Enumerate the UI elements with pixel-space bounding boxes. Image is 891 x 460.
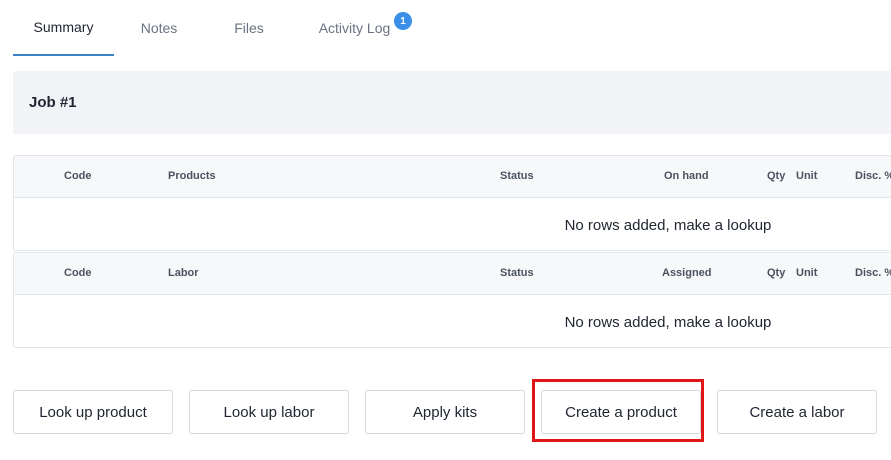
col-qty: Qty	[767, 267, 786, 279]
col-qty: Qty	[767, 170, 786, 182]
col-status: Status	[500, 267, 534, 279]
tab-notes[interactable]: Notes	[114, 0, 204, 56]
col-on-hand: On hand	[664, 170, 709, 182]
labor-empty-message: No rows added, make a lookup	[564, 313, 772, 331]
job-header: Job #1	[13, 71, 891, 134]
col-code: Code	[64, 267, 92, 279]
labor-table-header: Code Labor Status Assigned Qty Unit Disc…	[14, 253, 891, 295]
col-status: Status	[500, 170, 534, 182]
col-disc: Disc. %	[855, 170, 891, 182]
create-product-button[interactable]: Create a product	[541, 390, 701, 434]
col-disc: Disc. %	[855, 267, 891, 279]
col-products: Products	[168, 170, 216, 182]
products-table-header: Code Products Status On hand Qty Unit Di…	[14, 156, 891, 198]
col-labor: Labor	[168, 267, 199, 279]
tab-activity-log-label: Activity Log	[318, 20, 391, 36]
notification-badge: 1	[394, 12, 412, 30]
col-unit: Unit	[796, 170, 818, 182]
tab-files[interactable]: Files	[204, 0, 294, 56]
products-empty-message: No rows added, make a lookup	[564, 216, 772, 234]
tab-activity-log[interactable]: Activity Log 1	[303, 0, 412, 56]
tab-summary-label: Summary	[33, 19, 94, 35]
tab-files-label: Files	[234, 20, 264, 36]
tab-bar: Summary Notes Files Activity Log 1	[13, 0, 412, 56]
look-up-labor-button[interactable]: Look up labor	[189, 390, 349, 434]
apply-kits-button[interactable]: Apply kits	[365, 390, 525, 434]
col-unit: Unit	[796, 267, 818, 279]
look-up-product-button[interactable]: Look up product	[13, 390, 173, 434]
col-code: Code	[64, 170, 92, 182]
col-assigned: Assigned	[662, 267, 712, 279]
job-page: Summary Notes Files Activity Log 1 Job #…	[0, 0, 891, 460]
tab-summary[interactable]: Summary	[13, 0, 114, 56]
tab-notes-label: Notes	[140, 20, 178, 36]
create-labor-button[interactable]: Create a labor	[717, 390, 877, 434]
labor-table: Code Labor Status Assigned Qty Unit Disc…	[13, 252, 891, 348]
products-table: Code Products Status On hand Qty Unit Di…	[13, 155, 891, 251]
job-title: Job #1	[29, 94, 77, 111]
